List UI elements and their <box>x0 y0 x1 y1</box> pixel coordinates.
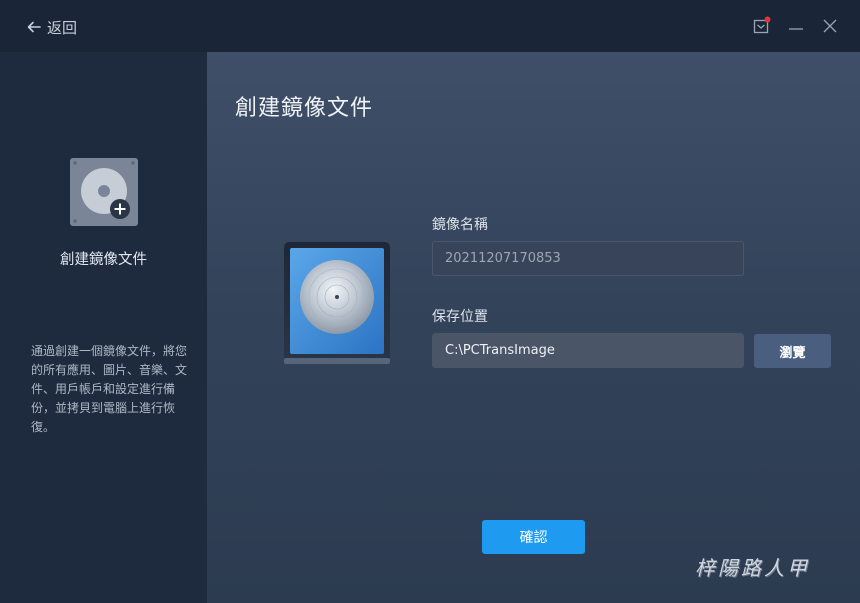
notification-button[interactable] <box>752 16 772 36</box>
title-bar: 返回 <box>0 0 860 52</box>
notification-badge <box>764 16 771 23</box>
minimize-button[interactable] <box>786 16 806 36</box>
image-name-field[interactable] <box>432 241 744 276</box>
sidebar-description: 通過創建一個鏡像文件，將您的所有應用、圖片、音樂、文件、用戶帳戶和設定進行備份，… <box>31 344 188 434</box>
back-button[interactable]: 返回 <box>26 16 77 38</box>
sidebar: 創建鏡像文件 通過創建一個鏡像文件，將您的所有應用、圖片、音樂、文件、用戶帳戶和… <box>0 52 207 603</box>
page-title: 創建鏡像文件 <box>235 96 374 121</box>
save-location-field[interactable] <box>432 333 744 368</box>
close-icon <box>823 19 837 33</box>
back-label: 返回 <box>47 18 78 37</box>
confirm-button[interactable]: 確認 <box>482 520 585 554</box>
main-panel: 創建鏡像文件 鏡像名稱 20211207170853 保存位置 C:\PCTra… <box>207 52 860 603</box>
disk-image-add-icon <box>69 157 139 227</box>
disc-image-icon <box>284 240 390 366</box>
watermark: 梓陽路人甲 <box>695 556 810 580</box>
browse-button[interactable]: 瀏覽 <box>754 334 831 368</box>
notification-icon <box>753 16 771 34</box>
app-window: 返回 創建鏡像文件 通過創建一個鏡像文件，將您的所有應用、圖片、音樂、文件、用戶… <box>0 0 860 603</box>
arrow-left-icon <box>27 21 41 33</box>
minimize-icon <box>789 28 803 30</box>
close-button[interactable] <box>820 16 840 36</box>
save-location-label: 保存位置 <box>432 309 488 325</box>
image-name-label: 鏡像名稱 <box>432 217 488 233</box>
sidebar-title: 創建鏡像文件 <box>60 252 147 268</box>
